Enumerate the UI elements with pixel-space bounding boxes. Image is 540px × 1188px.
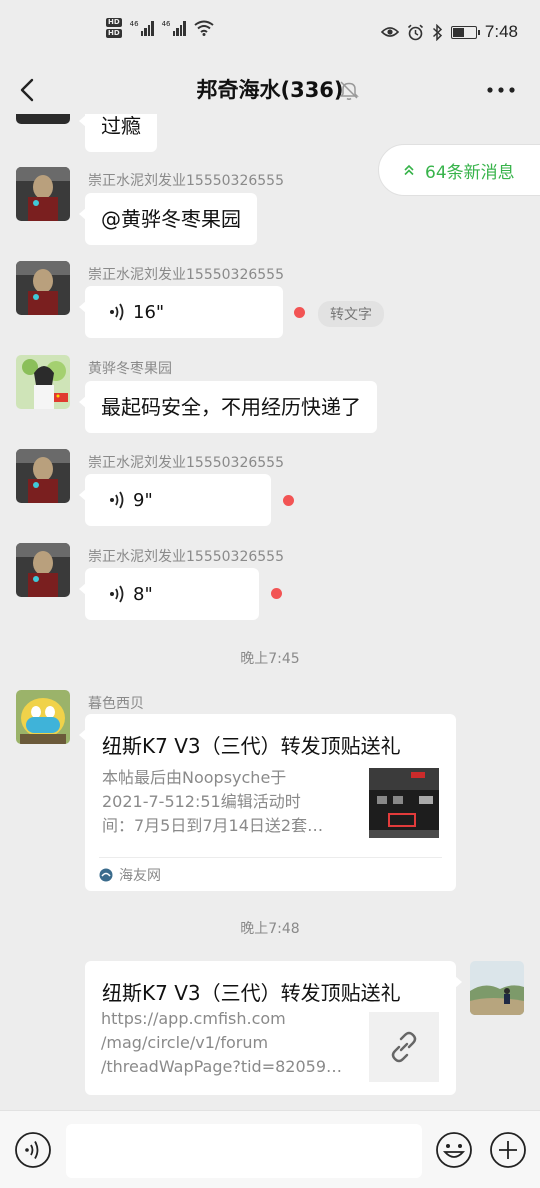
status-right: 7:48 bbox=[380, 22, 518, 42]
voice-duration: 9" bbox=[133, 489, 153, 511]
plus-icon[interactable] bbox=[489, 1131, 527, 1169]
avatar-image bbox=[16, 690, 70, 744]
sender-name: 崇正水泥刘发业15550326555 bbox=[88, 173, 284, 189]
voice-duration: 8" bbox=[133, 583, 153, 605]
link-card-title: 纽斯K7 V3（三代）转发顶贴送礼 bbox=[102, 981, 401, 1005]
status-left: HD HD 46 46 bbox=[106, 18, 214, 38]
message-bubble[interactable]: @黄骅冬枣果园 bbox=[79, 193, 257, 245]
eye-icon bbox=[380, 27, 399, 37]
avatar-image bbox=[16, 449, 70, 503]
sender-name: 崇正水泥刘发业15550326555 bbox=[88, 549, 284, 565]
voice-wave-icon bbox=[110, 303, 124, 321]
status-time: 7:48 bbox=[484, 22, 518, 41]
hd-badge: HD bbox=[106, 18, 122, 27]
battery-icon bbox=[450, 25, 480, 39]
avatar[interactable] bbox=[16, 261, 70, 315]
link-card-desc-line: /threadWapPage?tid=82059… bbox=[101, 1057, 342, 1076]
bluetooth-icon bbox=[432, 23, 442, 41]
source-logo-icon bbox=[99, 868, 113, 882]
link-card-desc-line: 2021-7-512:51编辑活动时 bbox=[102, 792, 301, 811]
avatar-image bbox=[470, 961, 524, 1015]
link-card-title: 纽斯K7 V3（三代）转发顶贴送礼 bbox=[102, 734, 401, 758]
hd-badge: HD bbox=[106, 29, 122, 38]
input-bar bbox=[0, 1110, 540, 1188]
double-chevron-up-icon bbox=[404, 164, 414, 176]
link-card[interactable]: 纽斯K7 V3（三代）转发顶贴送礼 本帖最后由Noopsyche于 2021-7… bbox=[79, 714, 456, 891]
sender-name: 黄骅冬枣果园 bbox=[88, 361, 172, 377]
link-card-desc: https://app.cmfish.com /mag/circle/v1/fo… bbox=[101, 1007, 363, 1079]
avatar[interactable] bbox=[16, 114, 70, 124]
sender-name: 崇正水泥刘发业15550326555 bbox=[88, 267, 284, 283]
signal-tag: 46 bbox=[161, 20, 171, 28]
link-card-desc-line: 间：7月5日到7月14日送2套… bbox=[102, 816, 324, 835]
status-bar: HD HD 46 46 7:48 bbox=[0, 0, 540, 66]
hd-badges: HD HD bbox=[106, 18, 122, 38]
avatar[interactable] bbox=[16, 167, 70, 221]
link-card-desc-line: https://app.cmfish.com bbox=[101, 1009, 286, 1028]
sender-name: 崇正水泥刘发业15550326555 bbox=[88, 455, 284, 471]
voice-content: 16" bbox=[85, 286, 283, 338]
signal-icon: 46 bbox=[130, 20, 154, 36]
voice-wave-icon bbox=[110, 585, 124, 603]
signal-icon: 46 bbox=[162, 20, 186, 36]
avatar-image bbox=[16, 261, 70, 315]
link-card-divider bbox=[99, 857, 442, 858]
wifi-icon bbox=[193, 20, 214, 36]
link-card-desc-line: /mag/circle/v1/forum bbox=[101, 1033, 269, 1052]
timestamp: 晚上7:45 bbox=[240, 651, 300, 667]
voice-input-icon[interactable] bbox=[14, 1131, 52, 1169]
avatar[interactable] bbox=[16, 543, 70, 597]
link-card-source: 海友网 bbox=[99, 865, 161, 885]
alarm-icon bbox=[407, 24, 423, 40]
unread-dot bbox=[294, 307, 305, 318]
timestamp: 晚上7:48 bbox=[240, 921, 300, 937]
message-text: @黄骅冬枣果园 bbox=[101, 207, 241, 231]
emoji-icon[interactable] bbox=[435, 1131, 473, 1169]
message-text: 过瘾 bbox=[101, 114, 141, 138]
link-card-desc: 本帖最后由Noopsyche于 2021-7-512:51编辑活动时 间：7月5… bbox=[102, 766, 364, 838]
link-card-thumbnail bbox=[369, 1012, 439, 1082]
bell-off-icon bbox=[339, 81, 359, 100]
voice-message[interactable]: 9" bbox=[79, 474, 271, 526]
more-icon[interactable] bbox=[486, 78, 516, 102]
unread-dot bbox=[271, 588, 282, 599]
voice-duration: 16" bbox=[133, 301, 165, 323]
avatar-image bbox=[16, 167, 70, 221]
unread-dot bbox=[283, 495, 294, 506]
avatar[interactable] bbox=[16, 449, 70, 503]
link-card-source-label: 海友网 bbox=[119, 868, 161, 884]
link-icon bbox=[391, 1031, 417, 1063]
chat-area[interactable]: 过瘾 64条新消息 崇正水泥刘发业15550326555 @黄骅冬枣果园 崇正水… bbox=[0, 114, 540, 1110]
avatar-image bbox=[16, 543, 70, 597]
voice-wave-icon bbox=[110, 491, 124, 509]
my-avatar[interactable] bbox=[470, 961, 524, 1015]
new-messages-button[interactable]: 64条新消息 bbox=[378, 144, 540, 196]
title-wrap: 邦奇海水(336) bbox=[0, 74, 540, 104]
transcribe-button[interactable]: 转文字 bbox=[318, 301, 384, 327]
page-title: 邦奇海水(336) bbox=[196, 78, 344, 102]
message-text: 最起码安全，不用经历快递了 bbox=[101, 395, 361, 419]
message-bubble[interactable]: 最起码安全，不用经历快递了 bbox=[79, 381, 377, 433]
avatar-image bbox=[16, 355, 70, 409]
nav-bar: 邦奇海水(336) bbox=[0, 66, 540, 114]
voice-content: 8" bbox=[85, 568, 259, 620]
link-card-desc-line: 本帖最后由Noopsyche于 bbox=[102, 768, 287, 787]
sender-name: 暮色西贝 bbox=[88, 696, 144, 712]
signal-tag: 46 bbox=[129, 20, 139, 28]
battery-fill bbox=[452, 27, 465, 37]
voice-message[interactable]: 16" bbox=[79, 286, 283, 338]
message-bubble[interactable]: 过瘾 bbox=[79, 114, 157, 152]
voice-content: 9" bbox=[85, 474, 271, 526]
voice-message[interactable]: 8" bbox=[79, 568, 259, 620]
link-card-thumbnail bbox=[369, 768, 439, 838]
avatar[interactable] bbox=[16, 690, 70, 744]
message-input[interactable] bbox=[66, 1124, 422, 1178]
new-messages-label: 64条新消息 bbox=[425, 162, 515, 183]
link-card[interactable]: 纽斯K7 V3（三代）转发顶贴送礼 https://app.cmfish.com… bbox=[85, 961, 462, 1095]
avatar[interactable] bbox=[16, 355, 70, 409]
